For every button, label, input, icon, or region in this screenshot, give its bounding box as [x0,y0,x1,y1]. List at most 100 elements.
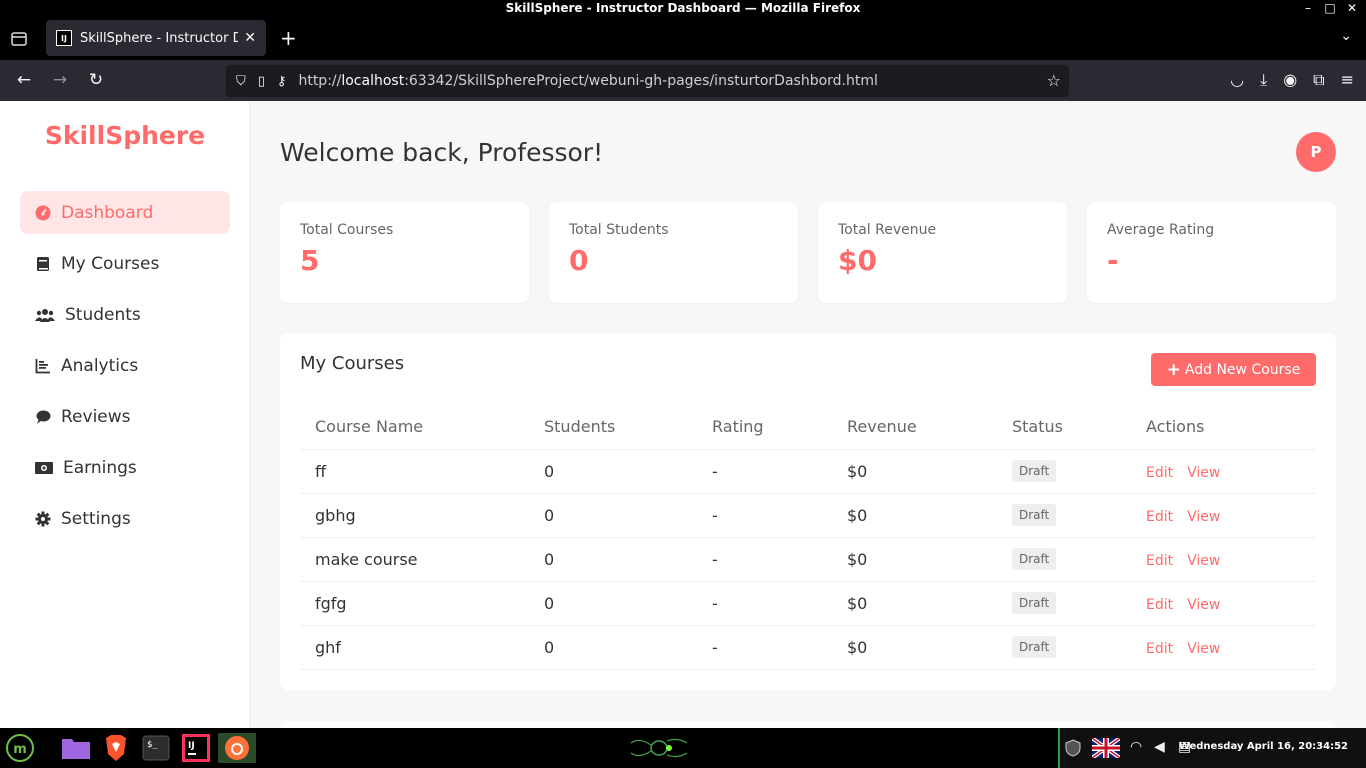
stat-card-total-students: Total Students 0 [549,202,798,303]
sidebar-item-earnings[interactable]: Earnings [20,446,230,489]
sidebar-item-label: Earnings [63,457,137,478]
column-header: Students [529,405,697,450]
minimize-button[interactable]: – [1302,0,1314,17]
sidebar-item-label: Analytics [61,355,139,376]
sidebar-item-analytics[interactable]: Analytics [20,344,230,387]
stat-label: Total Students [569,222,669,238]
revenue-cell: $0 [832,581,997,626]
next-card [280,721,1336,728]
tab-title: SkillSphere - Instructor Dashboard [80,30,239,46]
svg-text:IJ: IJ [188,741,195,751]
tab-strip: IJ SkillSphere - Instructor Dashboard ✕ … [0,18,1366,60]
mint-menu-icon[interactable]: m [4,733,36,763]
close-window-button[interactable]: ✕ [1346,0,1358,17]
firefox-view-icon[interactable] [10,30,28,48]
firefox-taskbar-icon[interactable] [218,733,256,763]
avatar[interactable]: P [1296,132,1336,172]
course-name-cell: fgfg [300,581,529,626]
rating-cell: - [697,625,832,670]
stat-card-total-revenue: Total Revenue $0 [818,202,1067,303]
sidebar-item-dashboard[interactable]: Dashboard [20,191,230,234]
column-header: Status [997,405,1131,450]
status-badge: Draft [1012,636,1057,658]
section-title: My Courses [300,353,405,374]
plus-icon: + [1166,359,1181,380]
stat-value: 5 [300,244,320,277]
main-content: Welcome back, Professor! P Total Courses… [251,101,1366,728]
sidebar-item-students[interactable]: Students [20,293,230,336]
gear-icon [34,510,52,528]
course-name-cell: ghf [300,625,529,670]
page-info-icon[interactable]: ▯ [258,74,265,89]
file-manager-icon[interactable] [60,733,92,763]
download-icon[interactable]: ⤓ [1260,70,1267,90]
security-shield-icon[interactable] [1064,739,1082,761]
volume-icon[interactable]: ◀ [1154,739,1165,755]
new-tab-icon[interactable]: + [280,26,297,50]
table-row: fgfg 0- $0 Draft Edit View [300,581,1316,626]
back-arrow-icon[interactable]: ← [13,70,35,90]
reload-icon[interactable]: ↻ [85,70,107,90]
taskbar: m $_ IJ ◠ ◀ ▤ Wednesday April 16, 20:34:… [0,728,1366,768]
edit-link[interactable]: Edit [1146,597,1173,613]
tab-close-icon[interactable]: ✕ [244,30,256,46]
sidebar-menu: Dashboard My Courses Students Analytics … [20,191,230,548]
view-link[interactable]: View [1187,465,1220,481]
rating-cell: - [697,581,832,626]
revenue-cell: $0 [832,537,997,582]
view-link[interactable]: View [1187,509,1220,525]
chevron-down-icon[interactable]: ⌄ [1340,28,1352,44]
chart-icon [34,357,52,375]
stat-card-total-courses: Total Courses 5 [280,202,529,303]
account-icon[interactable]: ◉ [1283,70,1297,90]
terminal-icon[interactable]: $_ [140,733,172,763]
key-icon[interactable]: ⚷ [277,74,287,89]
stat-label: Total Courses [300,222,394,238]
rating-cell: - [697,449,832,494]
sidebar-item-reviews[interactable]: Reviews [20,395,230,438]
courses-table: Course Name Students Rating Revenue Stat… [300,405,1316,670]
edit-link[interactable]: Edit [1146,509,1173,525]
url-bar[interactable]: ⛉ ▯ ⚷ http://localhost:63342/SkillSphere… [226,65,1069,97]
window-controls: – □ ✕ [1302,0,1358,17]
actions-cell: Edit View [1131,493,1316,538]
url-prefix: http:// [298,73,342,89]
view-link[interactable]: View [1187,553,1220,569]
status-cell: Draft [997,493,1131,538]
maximize-button[interactable]: □ [1324,0,1336,17]
column-header: Rating [697,405,832,450]
brand-logo[interactable]: SkillSphere [0,121,250,150]
sidebar-item-settings[interactable]: Settings [20,497,230,540]
clock[interactable]: Wednesday April 16, 20:34:52 [1179,741,1348,752]
sidebar-item-label: Settings [61,508,131,529]
edit-link[interactable]: Edit [1146,465,1173,481]
edit-link[interactable]: Edit [1146,553,1173,569]
add-new-course-button[interactable]: + Add New Course [1151,353,1316,386]
wifi-icon[interactable]: ◠ [1130,739,1142,755]
sidebar-item-label: Dashboard [61,202,154,223]
uk-flag-icon[interactable] [1090,736,1122,762]
course-name-cell: make course [300,537,529,582]
spider-wallpaper-icon [628,733,690,763]
view-link[interactable]: View [1187,597,1220,613]
brave-browser-icon[interactable] [100,733,132,763]
gauge-icon [34,204,52,222]
pocket-icon[interactable]: ◡ [1230,70,1244,90]
stat-value: 0 [569,244,589,277]
intellij-icon[interactable]: IJ [180,733,212,763]
view-link[interactable]: View [1187,641,1220,657]
bookmark-star-icon[interactable]: ☆ [1047,71,1061,90]
table-row: gbhg 0- $0 Draft Edit View [300,493,1316,538]
table-row: ff 0- $0 Draft Edit View [300,449,1316,494]
extensions-icon[interactable]: ⧉ [1313,70,1324,90]
shield-icon[interactable]: ⛉ [236,74,246,89]
menu-icon[interactable]: ≡ [1341,70,1354,90]
forward-arrow-icon[interactable]: → [49,70,71,90]
actions-cell: Edit View [1131,449,1316,494]
edit-link[interactable]: Edit [1146,641,1173,657]
stats-row: Total Courses 5 Total Students 0 Total R… [280,202,1336,303]
url-text[interactable]: http://localhost:63342/SkillSphereProjec… [298,73,877,89]
browser-tab-active[interactable]: IJ SkillSphere - Instructor Dashboard ✕ [46,20,266,56]
status-cell: Draft [997,537,1131,582]
sidebar-item-my-courses[interactable]: My Courses [20,242,230,285]
